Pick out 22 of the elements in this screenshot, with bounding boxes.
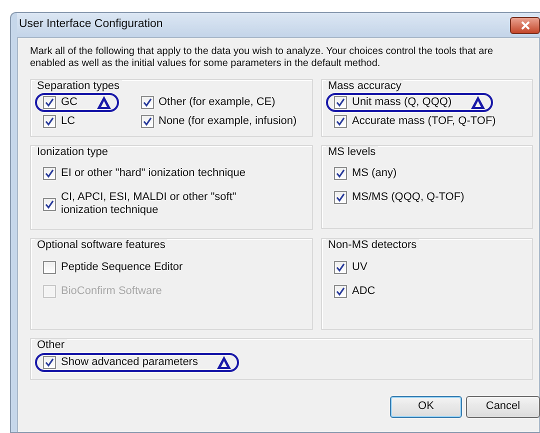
checkbox-label[interactable]: None (for example, infusion)	[158, 115, 297, 129]
window-title: User Interface Configuration	[18, 18, 163, 32]
instruction-text: Mark all of the following that apply to the data you wish to analyze. Your choices control the tools that are enabled as well as the initial values for some parameters in the default method.	[30, 46, 494, 69]
group-title: Ionization type	[35, 146, 110, 159]
checkbox-label[interactable]: UV	[352, 260, 368, 274]
checkbox-label[interactable]: CI, APCI, ESI, MALDI or other "soft" ionization technique	[61, 190, 266, 218]
checkbox-label[interactable]: MS/MS (QQQ, Q-TOF)	[352, 190, 464, 204]
dialog-button[interactable]: OK	[390, 396, 462, 418]
checkbox-label[interactable]: EI or other "hard" ionization technique	[61, 166, 246, 180]
dialog-button[interactable]: Cancel	[466, 396, 540, 418]
checkbox-label[interactable]: Unit mass (Q, QQQ)	[352, 96, 452, 110]
checkbox-label[interactable]: LC	[61, 115, 76, 129]
checkbox-label[interactable]: Other (for example, CE)	[158, 96, 276, 110]
group-title: Separation types	[35, 80, 122, 94]
group-title: Optional software features	[35, 239, 168, 252]
checkbox-label[interactable]: Peptide Sequence Editor	[61, 260, 183, 274]
group-title: Mass accuracy	[326, 80, 404, 94]
checkbox-label[interactable]: Accurate mass (TOF, Q-TOF)	[352, 115, 496, 129]
checkbox-label[interactable]: MS (any)	[352, 166, 397, 180]
checkbox-label[interactable]: GC	[61, 96, 78, 110]
checkbox-label[interactable]: ADC	[352, 284, 376, 298]
checkbox-label[interactable]: Show advanced parameters	[61, 356, 198, 369]
